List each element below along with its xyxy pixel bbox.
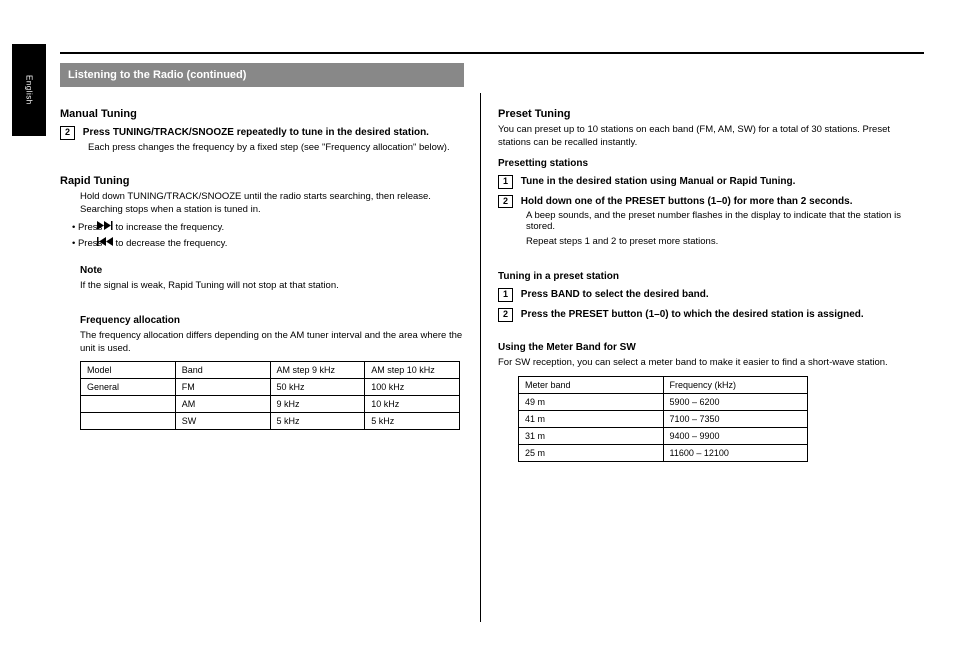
table-header: Meter band [519, 376, 664, 393]
heading-rapid-tuning: Rapid Tuning [60, 175, 464, 187]
table-row: 49 m 5900 – 6200 [519, 393, 808, 410]
step-preset-2-sub: A beep sounds, and the preset number fla… [526, 210, 908, 232]
table-row: SW 5 kHz 5 kHz [81, 413, 460, 430]
step-number-box: 2 [498, 195, 513, 209]
page-number: 30 [20, 26, 31, 37]
heading-manual-tuning: Manual Tuning [60, 108, 464, 120]
table-cell: 9400 – 9900 [663, 427, 808, 444]
table-cell: 11600 – 12100 [663, 444, 808, 461]
heading-preset-tuning: Preset Tuning [498, 108, 908, 120]
freq-allocation-table: Model Band AM step 9 kHz AM step 10 kHz … [80, 361, 460, 430]
step-manual-sub: Each press changes the frequency by a fi… [88, 142, 464, 153]
table-row: Model Band AM step 9 kHz AM step 10 kHz [81, 362, 460, 379]
table-row: General FM 50 kHz 100 kHz [81, 379, 460, 396]
heading-presetting-stations: Presetting stations [498, 158, 908, 169]
step-preset-1: 1 Tune in the desired station using Manu… [498, 175, 908, 189]
table-header: Model [81, 362, 176, 379]
step-number-box: 2 [498, 308, 513, 322]
rapid-bullet-2-text: Press to decrease the frequency. [78, 238, 227, 249]
step-preset-1-text: Tune in the desired station using Manual… [521, 176, 796, 187]
right-column: Preset Tuning You can preset up to 10 st… [498, 98, 908, 622]
table-cell: AM [175, 396, 270, 413]
table-cell: 9 kHz [270, 396, 365, 413]
heading-tune-preset: Tuning in a preset station [498, 271, 908, 282]
note-title: Note [80, 265, 464, 276]
step-number-box: 2 [60, 126, 75, 140]
table-header: Frequency (kHz) [663, 376, 808, 393]
step-preset-2: 2 Hold down one of the PRESET buttons (1… [498, 195, 908, 233]
table-cell [81, 413, 176, 430]
table-row: 31 m 9400 – 9900 [519, 427, 808, 444]
table-cell: 50 kHz [270, 379, 365, 396]
table-row: Meter band Frequency (kHz) [519, 376, 808, 393]
page: 30 English Listening to the Radio (conti… [0, 0, 954, 672]
meter-band-table: Meter band Frequency (kHz) 49 m 5900 – 6… [518, 376, 808, 462]
heading-meter-band: Using the Meter Band for SW [498, 342, 908, 353]
table-cell: 10 kHz [365, 396, 460, 413]
side-tab-label: English [25, 75, 34, 105]
table-header: Band [175, 362, 270, 379]
table-row: 41 m 7100 – 7350 [519, 410, 808, 427]
table-cell: 100 kHz [365, 379, 460, 396]
step-preset-2-text: Hold down one of the PRESET buttons (1–0… [521, 196, 853, 207]
step-number-box: 1 [498, 175, 513, 189]
rewind-icon [105, 237, 113, 251]
section-title-band: Listening to the Radio (continued) [60, 63, 464, 87]
table-cell: General [81, 379, 176, 396]
step-number-box: 1 [498, 288, 513, 302]
table-row: AM 9 kHz 10 kHz [81, 396, 460, 413]
table-cell: 5 kHz [365, 413, 460, 430]
rapid-intro: Hold down TUNING/TRACK/SNOOZE until the … [80, 191, 464, 217]
table-cell: 7100 – 7350 [663, 410, 808, 427]
left-column: Manual Tuning 2 Press TUNING/TRACK/SNOOZ… [60, 98, 464, 622]
table-cell [81, 396, 176, 413]
note-text: If the signal is weak, Rapid Tuning will… [80, 280, 464, 293]
top-rule [60, 52, 924, 54]
table-cell: 41 m [519, 410, 664, 427]
rapid-bullet-1-text: Press to increase the frequency. [78, 222, 224, 233]
step-tune-2: 2 Press the PRESET button (1–0) to which… [498, 308, 908, 322]
table-cell: FM [175, 379, 270, 396]
step-manual: 2 Press TUNING/TRACK/SNOOZE repeatedly t… [60, 126, 464, 153]
table-header: AM step 9 kHz [270, 362, 365, 379]
table-row: 25 m 11600 – 12100 [519, 444, 808, 461]
table-cell: 5 kHz [270, 413, 365, 430]
step-tune-2-text: Press the PRESET button (1–0) to which t… [521, 309, 864, 320]
fast-forward-icon [105, 221, 113, 235]
table-cell: 31 m [519, 427, 664, 444]
step-preset-repeat: Repeat steps 1 and 2 to preset more stat… [526, 236, 908, 249]
table-cell: 25 m [519, 444, 664, 461]
freq-alloc-intro: The frequency allocation differs dependi… [80, 330, 464, 356]
step-manual-text: Press TUNING/TRACK/SNOOZE repeatedly to … [83, 127, 429, 138]
rapid-bullet-2: Press to decrease the frequency. [80, 237, 464, 251]
heading-freq-alloc: Frequency allocation [80, 315, 464, 326]
step-tune-1-text: Press BAND to select the desired band. [521, 289, 709, 300]
table-cell: 49 m [519, 393, 664, 410]
section-title: Listening to the Radio (continued) [68, 69, 246, 81]
step-tune-1: 1 Press BAND to select the desired band. [498, 288, 908, 302]
rapid-bullet-1: Press to increase the frequency. [80, 221, 464, 235]
preset-intro: You can preset up to 10 stations on each… [498, 124, 908, 150]
table-cell: SW [175, 413, 270, 430]
side-tab: English [12, 44, 46, 136]
meter-intro: For SW reception, you can select a meter… [498, 357, 908, 370]
column-divider [480, 93, 481, 622]
table-cell: 5900 – 6200 [663, 393, 808, 410]
table-header: AM step 10 kHz [365, 362, 460, 379]
